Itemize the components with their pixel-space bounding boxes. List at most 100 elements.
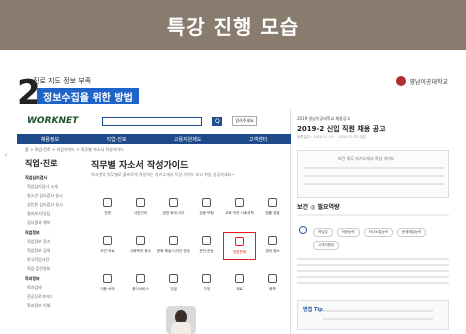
category-tile[interactable]: 사업관리 (124, 194, 157, 222)
category-label: 교육·자연·사회과학 (225, 211, 254, 215)
posting-title: 2019-2 신입 직원 채용 공고 (297, 125, 386, 133)
category-tile[interactable]: 재료 (223, 270, 256, 298)
sidebar-item[interactable]: 직업심리검사 소개 (25, 184, 81, 190)
worknet-page: WORKNET Q 알려주세요 채용정보 직업·진로 고용지원제도 고객센터 홈… (17, 110, 291, 334)
sidebar-item[interactable]: 결과보기/상담 (25, 211, 81, 217)
category-tile[interactable]: 건설 (157, 270, 190, 298)
category-icon (136, 198, 145, 207)
category-label: 이용·숙박 (100, 287, 115, 291)
nav-item[interactable]: 고용지원제도 (174, 136, 202, 143)
category-label: 경비·청소 (265, 249, 280, 253)
text-line (304, 183, 444, 185)
category-tile[interactable]: 금융·보험 (190, 194, 223, 222)
text-block (297, 258, 449, 288)
category-label: 사업관리 (133, 211, 148, 215)
job-posting-panel: 2019 영남이공대학교 채용공고 2019-2 신입 직원 채용 공고 등록일… (293, 110, 454, 334)
competency-tag: 의사소통능력 (363, 228, 393, 237)
header-banner: 특강 진행 모습 (0, 0, 466, 50)
nav-item[interactable]: 채용정보 (41, 136, 59, 143)
sidebar-item[interactable]: 성인용 심리검사 실시 (25, 202, 81, 208)
nav-item[interactable]: 고객센터 (249, 136, 267, 143)
sidebar-item[interactable]: 학과검색 (25, 285, 81, 291)
category-tile[interactable]: 전체 (91, 194, 124, 222)
category-label: 문화·예술·디자인·방송 (156, 249, 191, 253)
competency-tag: 책임감 (313, 228, 333, 237)
competency-tag: 적응능력 (336, 228, 360, 237)
category-label: 음식서비스 (132, 287, 149, 291)
competency-heading: 보건 ◎ 필요역량 (297, 204, 340, 211)
presenter-body (171, 322, 191, 334)
page-title: 직무별 자소서 작성가이드 (91, 161, 189, 171)
sidebar-item[interactable]: 검사결과 해석 (25, 220, 81, 226)
university-logo: 영남이공대학교 (396, 76, 448, 86)
category-icon (202, 274, 211, 283)
category-grid: 전체 사업관리 경영·회계·사무 금융·보험 교육·자연·사회과학 법률·경찰보건·의료 사… (91, 194, 291, 298)
category-icon (169, 236, 178, 245)
sidebar-item[interactable]: 직업·훈련정보 (25, 266, 81, 272)
category-label: 금융·보험 (199, 211, 214, 215)
category-icon (136, 236, 145, 245)
chevron-left-icon[interactable]: ‹ (4, 150, 8, 161)
slide-subtitle: 진로 지도 정보 부족 (33, 77, 92, 85)
search-button[interactable]: Q (212, 116, 223, 126)
breadcrumb: 홈 > 직업·진로 > 직업가이드 > 직무별 자소서 작성가이드 (25, 147, 124, 152)
category-tile[interactable]: 영업판매 (223, 232, 256, 260)
competency-tag: 고객지향성 (313, 241, 340, 250)
category-tile[interactable]: 보건·의료 (91, 232, 124, 260)
category-icon (235, 274, 244, 283)
guide-box-heading: 보건 직무 자기소개서 작성 가이드 (338, 156, 395, 161)
category-tile[interactable]: 운전·운송 (190, 232, 223, 260)
category-icon (202, 236, 211, 245)
worknet-header: WORKNET Q 알려주세요 (17, 110, 291, 132)
category-label: 경영·회계·사무 (162, 211, 185, 215)
sidebar-item[interactable]: 한국직업사전 (25, 257, 81, 263)
divider (297, 214, 449, 216)
category-tile[interactable]: 음식서비스 (124, 270, 157, 298)
category-tile[interactable]: 경영·회계·사무 (157, 194, 190, 222)
sidebar-item[interactable]: 직업정보 검색 (25, 248, 81, 254)
category-tile[interactable]: 기계 (190, 270, 223, 298)
guide-box: 보건 직무 자기소개서 작성 가이드 (297, 150, 449, 198)
posting-date: 등록일자 : 2019.11.13 ~ 2019.11.25 마감 (297, 135, 367, 139)
category-icon (169, 198, 178, 207)
text-line (304, 167, 444, 169)
category-icon (136, 274, 145, 283)
worknet-logo[interactable]: WORKNET (27, 116, 78, 126)
sidebar-item[interactable]: 직업정보 찾기 (25, 239, 81, 245)
category-icon (235, 198, 244, 207)
page-description: 워크넷의 직무별로 올바르게 작성하는 자기소개서 작성 가이드 보고 취업 성… (91, 172, 235, 177)
category-tile[interactable]: 화학 (256, 270, 289, 298)
sidebar-item[interactable]: 학과정보 이해 (25, 303, 81, 309)
category-tile[interactable]: 경비·청소 (256, 232, 289, 260)
category-tile[interactable]: 문화·예술·디자인·방송 (157, 232, 190, 260)
slide-header: 2 진로 지도 정보 부족 정보수집을 위한 방법 영남이공대학교 (17, 58, 454, 110)
category-icon (103, 198, 112, 207)
sidebar: 직업·진로 직업심리검사 직업심리검사 소개 청소년 심리검사 실시 성인용 심… (25, 158, 81, 309)
category-tile[interactable]: 사회복지·종교 (124, 232, 157, 260)
category-tile[interactable]: 법률·경찰 (256, 194, 289, 222)
skill-icon (299, 226, 307, 234)
competency-tags: 책임감 적응능력 의사소통능력 문제해결능력 고객지향성 (313, 228, 445, 250)
sidebar-group[interactable]: 직업심리검사 (25, 175, 81, 181)
text-line (304, 175, 444, 177)
category-icon (202, 198, 211, 207)
category-tile[interactable]: 교육·자연·사회과학 (223, 194, 256, 222)
search-extra-button[interactable]: 알려주세요 (232, 116, 257, 126)
category-tile[interactable]: 이용·숙박 (91, 270, 124, 298)
sidebar-title: 직업·진로 (25, 159, 58, 168)
competency-tag: 문제해결능력 (396, 228, 427, 237)
posting-company: 2019 영남이공대학교 채용공고 (297, 116, 351, 121)
category-label: 기계 (203, 287, 210, 291)
category-icon (268, 236, 277, 245)
category-label: 건설 (170, 287, 177, 291)
category-label: 영업판매 (232, 250, 247, 254)
category-label: 전체 (104, 211, 111, 215)
sidebar-group[interactable]: 학과정보 (25, 276, 81, 282)
nav-item[interactable]: 직업·진로 (106, 136, 126, 143)
search-input[interactable] (102, 116, 203, 126)
sidebar-item[interactable]: 청소년 심리검사 실시 (25, 193, 81, 199)
category-icon (268, 274, 277, 283)
category-label: 운전·운송 (199, 249, 214, 253)
sidebar-item[interactable]: 전공진로가이드 (25, 294, 81, 300)
sidebar-group[interactable]: 직업정보 (25, 230, 81, 236)
